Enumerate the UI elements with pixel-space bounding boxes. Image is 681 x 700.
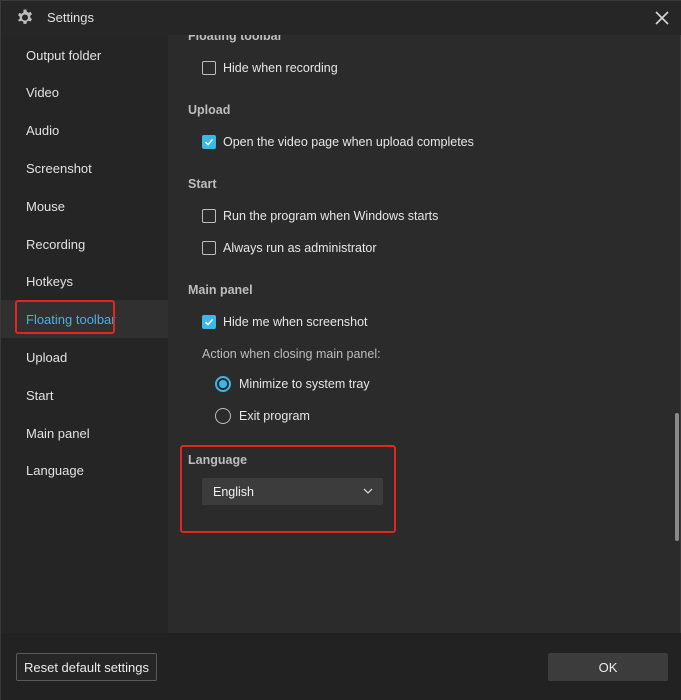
settings-window: Settings Output folder Video Audio Scree… — [0, 0, 681, 700]
hide-when-screenshot-checkbox[interactable]: Hide me when screenshot — [202, 315, 368, 329]
sidebar-item-hotkeys[interactable]: Hotkeys — [1, 262, 168, 300]
footer: Reset default settings OK — [1, 633, 681, 700]
sidebar-item-output-folder[interactable]: Output folder — [1, 36, 168, 74]
sidebar-item-main-panel[interactable]: Main panel — [1, 414, 168, 452]
open-video-page-checkbox[interactable]: Open the video page when upload complete… — [202, 135, 474, 149]
radio-label: Minimize to system tray — [239, 377, 370, 391]
closing-action-label: Action when closing main panel: — [202, 347, 381, 361]
sidebar-nav: Output folder Video Audio Screenshot Mou… — [1, 35, 168, 633]
scrollbar[interactable] — [671, 35, 681, 633]
window-title: Settings — [47, 10, 94, 25]
section-title-floating-toolbar: Floating toolbar — [188, 35, 283, 43]
section-title-language: Language — [188, 453, 248, 467]
language-select[interactable]: English — [202, 478, 383, 505]
sidebar-item-label: Main panel — [26, 425, 90, 441]
sidebar-item-label: Hotkeys — [26, 273, 73, 289]
sidebar-item-video[interactable]: Video — [1, 73, 168, 111]
reset-default-settings-button[interactable]: Reset default settings — [16, 653, 157, 681]
checkbox-checked-icon — [202, 135, 216, 149]
section-title-main-panel: Main panel — [188, 283, 253, 297]
gear-icon — [15, 8, 35, 28]
hide-when-recording-checkbox[interactable]: Hide when recording — [202, 61, 338, 75]
checkbox-label: Hide when recording — [223, 61, 338, 75]
checkbox-checked-icon — [202, 315, 216, 329]
close-button[interactable] — [648, 5, 676, 31]
sidebar-item-floating-toolbar[interactable]: Floating toolbar — [1, 300, 168, 338]
sidebar-item-label: Recording — [26, 236, 86, 252]
sidebar-item-label: Upload — [26, 349, 68, 365]
sidebar-item-upload[interactable]: Upload — [1, 338, 168, 376]
checkbox-label: Hide me when screenshot — [223, 315, 368, 329]
section-title-start: Start — [188, 177, 217, 191]
sidebar-item-recording[interactable]: Recording — [1, 225, 168, 263]
checkbox-label: Run the program when Windows starts — [223, 209, 439, 223]
radio-exit-program[interactable]: Exit program — [215, 408, 310, 424]
sidebar-item-label: Screenshot — [26, 160, 92, 176]
chevron-down-icon — [363, 488, 373, 494]
checkbox-unchecked-icon — [202, 61, 216, 75]
checkbox-label: Open the video page when upload complete… — [223, 135, 474, 149]
close-icon — [655, 11, 669, 25]
sidebar-item-label: Output folder — [26, 47, 102, 63]
sidebar-item-label: Audio — [26, 122, 60, 138]
sidebar-item-label: Video — [26, 84, 60, 100]
sidebar-item-label: Mouse — [26, 198, 66, 214]
radio-minimize-to-tray[interactable]: Minimize to system tray — [215, 376, 370, 392]
sidebar-item-label: Language — [26, 462, 84, 478]
sidebar-item-start[interactable]: Start — [1, 376, 168, 414]
checkbox-unchecked-icon — [202, 241, 216, 255]
sidebar-item-language[interactable]: Language — [1, 451, 168, 489]
sidebar-item-audio[interactable]: Audio — [1, 111, 168, 149]
language-select-value: English — [213, 484, 254, 499]
settings-content: Floating toolbar Hide when recording Upl… — [168, 35, 672, 633]
ok-button[interactable]: OK — [548, 653, 668, 681]
radio-unselected-icon — [215, 408, 231, 424]
radio-selected-icon — [215, 376, 231, 392]
radio-label: Exit program — [239, 409, 310, 423]
section-title-upload: Upload — [188, 103, 231, 117]
sidebar-item-mouse[interactable]: Mouse — [1, 187, 168, 225]
run-as-admin-checkbox[interactable]: Always run as administrator — [202, 241, 377, 255]
title-bar: Settings — [1, 1, 681, 35]
sidebar-item-label: Start — [26, 387, 54, 403]
sidebar-item-label: Floating toolbar — [26, 311, 116, 327]
sidebar-item-screenshot[interactable]: Screenshot — [1, 149, 168, 187]
run-on-windows-start-checkbox[interactable]: Run the program when Windows starts — [202, 209, 438, 223]
checkbox-unchecked-icon — [202, 209, 216, 223]
scrollbar-thumb[interactable] — [675, 413, 679, 541]
checkbox-label: Always run as administrator — [223, 241, 377, 255]
